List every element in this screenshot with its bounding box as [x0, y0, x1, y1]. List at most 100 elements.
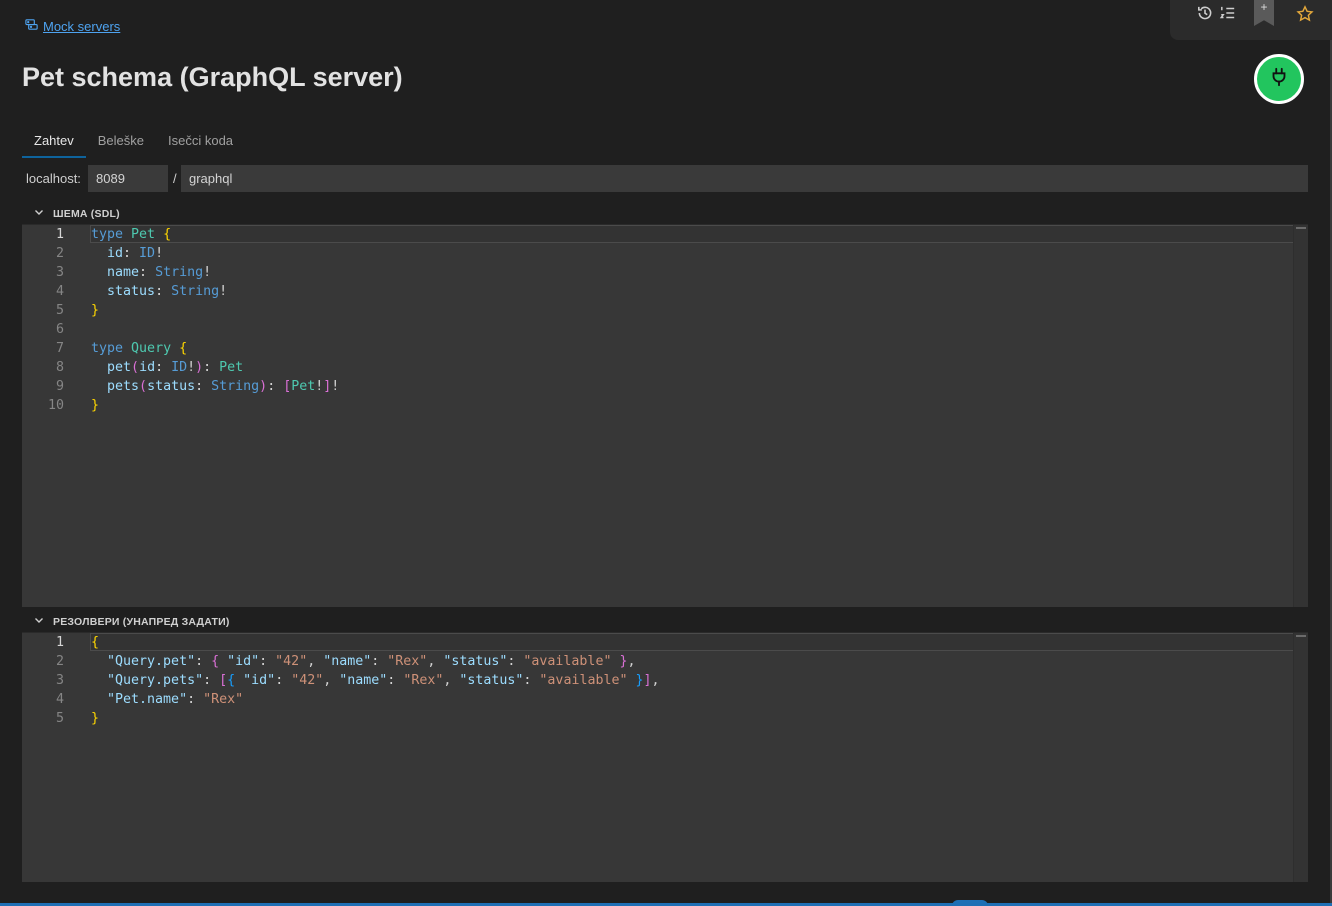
line-number: 4	[55, 284, 64, 299]
code-token: ID	[139, 246, 156, 261]
code-text: {	[91, 633, 99, 652]
line-number: 1	[55, 635, 64, 650]
resolvers-editor[interactable]: 1 {2 "Query.pet": { "id": "42", "name": "…	[22, 632, 1308, 882]
code-token: String	[211, 379, 260, 394]
line-number: 5	[55, 711, 64, 726]
line-number: 8	[55, 360, 64, 375]
code-token: status	[107, 284, 156, 299]
code-text: pets(status: String): [Pet!]!	[91, 377, 339, 396]
code-token: :	[523, 673, 540, 688]
code-token: ,	[323, 673, 340, 688]
code-token: Pet	[131, 227, 156, 242]
code-token: "Rex"	[403, 673, 444, 688]
code-token: "name"	[323, 654, 372, 669]
code-token: :	[123, 246, 140, 261]
code-token: }	[91, 303, 100, 318]
code-token: (	[131, 360, 140, 375]
code-token: String	[155, 265, 204, 280]
breadcrumb[interactable]: Mock servers	[24, 17, 120, 35]
code-token: !	[219, 284, 228, 299]
code-token: String	[171, 284, 220, 299]
line-number: 7	[55, 341, 64, 356]
code-text: status: String!	[91, 282, 227, 301]
code-token: ID	[171, 360, 188, 375]
port-input[interactable]	[88, 165, 168, 192]
path-input[interactable]	[181, 165, 1308, 192]
tab-notes[interactable]: Beleške	[86, 127, 156, 158]
code-token: "available"	[523, 654, 612, 669]
bookmark-plus-label: +	[1260, 0, 1268, 14]
code-token: {	[211, 654, 220, 669]
code-line: 4 status: String!	[22, 282, 1308, 301]
tab-bar: Zahtev Beleške Isečci koda	[22, 127, 245, 158]
code-token: Query	[131, 341, 172, 356]
line-number: 5	[55, 303, 64, 318]
line-number: 10	[47, 398, 64, 413]
code-token: :	[195, 379, 212, 394]
code-token: !	[331, 379, 340, 394]
mock-server-icon	[24, 17, 39, 35]
code-token: id	[107, 246, 124, 261]
code-token: [	[219, 673, 228, 688]
code-token: ,	[307, 654, 324, 669]
code-token: pets	[107, 379, 140, 394]
code-token: Pet	[291, 379, 316, 394]
page-title: Pet schema (GraphQL server)	[22, 62, 403, 92]
code-token: status	[147, 379, 196, 394]
code-token: !	[203, 265, 212, 280]
code-token: pet	[107, 360, 132, 375]
code-token: {	[163, 227, 172, 242]
code-token: ,	[651, 673, 660, 688]
code-token: "status"	[443, 654, 508, 669]
code-token: }	[91, 398, 100, 413]
code-line: 6	[22, 320, 1308, 339]
ordered-list-icon[interactable]	[1219, 4, 1237, 22]
star-icon[interactable]	[1296, 5, 1314, 23]
bookmark-add-icon[interactable]: +	[1254, 0, 1274, 26]
tab-code-snippets[interactable]: Isečci koda	[156, 127, 245, 158]
history-icon[interactable]	[1196, 4, 1214, 22]
code-token: :	[203, 673, 220, 688]
code-line: 1 type Pet {	[22, 225, 1308, 244]
code-token: :	[139, 265, 156, 280]
connect-button[interactable]	[1254, 54, 1304, 104]
code-token: :	[155, 284, 172, 299]
code-token: :	[267, 379, 284, 394]
resolvers-section-toggle[interactable]: РЕЗОЛВЕРИ (УНАПРЕД ЗАДАТИ)	[33, 614, 230, 629]
line-number: 2	[55, 654, 64, 669]
code-token: Pet	[219, 360, 244, 375]
code-token: )	[259, 379, 268, 394]
code-line: 3 "Query.pets": [{ "id": "42", "name": "…	[22, 671, 1308, 690]
code-text: }	[91, 301, 99, 320]
code-text: "Query.pet": { "id": "42", "name": "Rex"…	[91, 652, 635, 671]
code-text: id: ID!	[91, 244, 163, 263]
resolvers-section-label: РЕЗОЛВЕРИ (УНАПРЕД ЗАДАТИ)	[53, 615, 230, 628]
code-text: }	[91, 709, 99, 728]
code-token: :	[275, 673, 292, 688]
breadcrumb-link[interactable]: Mock servers	[43, 19, 120, 34]
chevron-down-icon	[33, 206, 45, 221]
path-separator: /	[173, 171, 177, 186]
code-token: "Query.pets"	[107, 673, 204, 688]
code-token: {	[179, 341, 188, 356]
code-token: :	[371, 654, 388, 669]
code-token: :	[203, 360, 220, 375]
code-token: :	[195, 654, 212, 669]
tab-request[interactable]: Zahtev	[22, 127, 86, 158]
schema-section-toggle[interactable]: ШЕМА (SDL)	[33, 206, 120, 221]
url-row: localhost: /	[22, 165, 1308, 192]
line-number: 9	[55, 379, 64, 394]
code-token: "Query.pet"	[107, 654, 196, 669]
line-number: 3	[55, 265, 64, 280]
code-token: }	[635, 673, 644, 688]
schema-editor[interactable]: 1 type Pet {2 id: ID! 3 name: String! 4 sta…	[22, 224, 1308, 607]
code-text: "Pet.name": "Rex"	[91, 690, 243, 709]
